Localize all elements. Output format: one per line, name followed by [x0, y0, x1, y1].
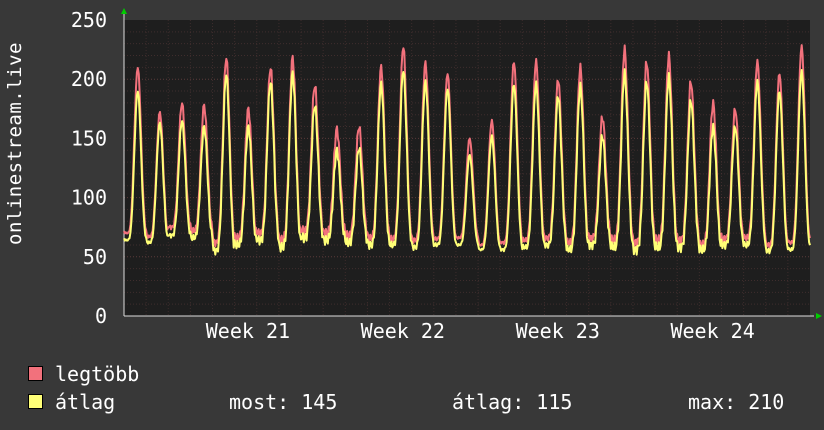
x-tick-label: Week 23: [516, 319, 600, 343]
y-tick-label: 250: [71, 8, 107, 32]
y-tick-label: 100: [71, 186, 107, 210]
legend-label-avg: átlag: [55, 390, 116, 414]
x-axis-arrow: [816, 313, 822, 319]
stat-now: most: 145: [229, 390, 338, 414]
y-tick-label: 150: [71, 126, 107, 150]
legend-swatch-max: [28, 366, 43, 381]
y-tick-label: 0: [95, 304, 107, 328]
stat-avg: átlag: 115: [452, 390, 573, 414]
legend-swatch-avg: [28, 394, 43, 409]
legend-item-avg: átlag: [28, 390, 115, 414]
x-tick-label: Week 22: [361, 319, 445, 343]
legend-item-max: legtöbb: [28, 362, 139, 386]
x-tick-label: Week 24: [670, 319, 754, 343]
y-axis-label: onlinestream.live: [4, 42, 26, 245]
x-tick-label: Week 21: [206, 319, 290, 343]
y-tick-label: 200: [71, 67, 107, 91]
legend-label-max: legtöbb: [55, 362, 140, 386]
y-tick-label: 50: [83, 245, 107, 269]
stat-max: max: 210: [688, 390, 785, 414]
y-axis-arrow: [121, 8, 127, 14]
